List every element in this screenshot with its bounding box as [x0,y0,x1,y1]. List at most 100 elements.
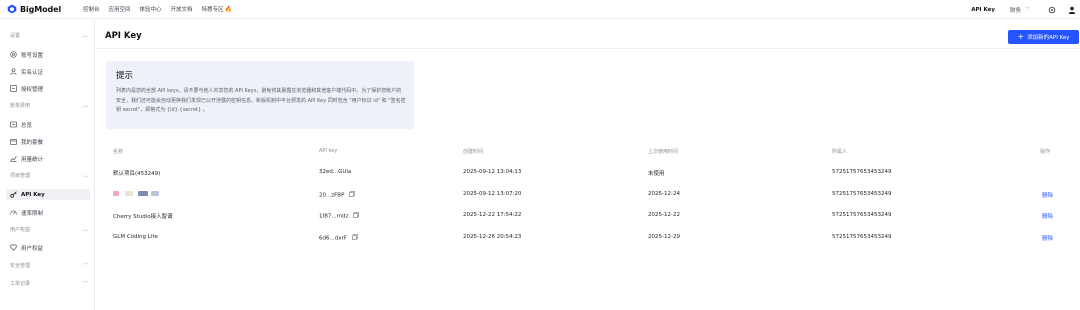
nav-app-space[interactable]: 应用空间 [109,5,140,13]
speed-icon [9,209,17,217]
sidebar-item-label: 实名认证 [21,69,44,76]
row-api-key-cell: 20...zFBP [319,191,356,199]
delete-button[interactable]: 删除 [1042,191,1053,199]
row-owner: 57251757653453249 [832,169,892,175]
finance-label: 财务 [1009,7,1021,14]
redacted-block [113,191,119,196]
sidebar-group-security[interactable]: 安全管理 ﹀ [10,262,88,269]
chevron-down-icon: ﹀ [82,281,88,287]
auth-icon [9,85,17,93]
heart-icon [9,244,17,252]
column-header-api-key: API key [319,148,338,154]
tip-body: 列表内是您的全部 API keys，请不要与他人共享您的 API Keys，避免… [116,88,406,113]
sidebar-group-project[interactable]: 项目管理 ︿ [10,172,88,179]
sidebar-group-settings[interactable]: 设置 ︿ [10,32,88,39]
sidebar-item-account-settings[interactable]: 账号设置 [9,49,89,60]
settings-icon [9,51,17,59]
copy-icon[interactable] [349,191,356,199]
divider [96,48,1080,49]
row-created: 2025-12-22 17:54:22 [463,212,522,218]
logo-text: BigModel [20,4,62,14]
sidebar-group-user-rights[interactable]: 用户权益 ︿ [10,226,88,233]
row-last-used: 2025-12-24 [648,191,680,197]
top-api-key-link[interactable]: API Key [971,7,995,13]
sidebar-item-overview[interactable]: 总览 [9,119,89,130]
row-created: 2025-09-12 13:07:20 [463,191,522,197]
tip-title: 提示 [116,71,134,81]
key-icon [9,191,17,199]
delete-button[interactable]: 删除 [1042,212,1053,220]
sidebar-item-label: 总览 [21,122,33,129]
package-icon [9,138,17,146]
row-owner: 57251757653453249 [832,234,892,240]
copy-icon[interactable] [353,212,360,220]
row-last-used: 未使用 [648,171,665,177]
chevron-down-icon: ﹀ [1024,7,1030,13]
add-api-key-button[interactable]: + 添加新的API Key [1008,30,1079,44]
row-api-key-cell: 1f87...mdz [319,212,360,220]
top-right-actions: API Key 财务 ﹀ [971,0,1080,19]
sidebar-item-usage-stats[interactable]: 用量统计 [9,153,89,164]
column-header-name: 名称 [113,149,124,155]
sidebar-group-label: 工单记录 [10,281,31,287]
row-last-used: 2025-12-29 [648,234,680,240]
row-api-key: 32ed...GUia [319,169,352,175]
redacted-block [151,191,160,196]
row-api-key: 20...zFBP [319,192,345,199]
column-header-created: 创建时间 [463,149,484,155]
sidebar-item-user-rights[interactable]: 用户权益 [9,242,89,253]
row-owner: 57251757653453249 [832,212,892,218]
redacted-block [137,191,148,196]
delete-button[interactable]: 删除 [1042,234,1053,242]
row-name: Cherry Studio接入智谱 [113,214,173,220]
redacted-block [124,191,133,196]
sidebar-item-label: API Key [21,191,45,198]
logo[interactable]: BigModel [7,4,83,14]
copy-icon[interactable] [351,234,358,242]
fire-icon: 🔥 [224,5,233,13]
sidebar: 设置 ︿ 账号设置 实名认证 授权管理 账单费用 ︿ 总览 我的套餐 用量统计 项目… [0,20,95,310]
nav-special-offers[interactable]: 特惠专区 🔥 [202,5,242,14]
row-api-key: 1f87...mdz [319,213,349,220]
sidebar-item-label: 速率限制 [21,210,44,217]
sidebar-item-my-package[interactable]: 我的套餐 [9,136,89,147]
nav-console[interactable]: 控制台 [83,5,109,13]
chevron-up-icon: ︿ [82,33,88,39]
row-api-key-cell: 6d6...dxrF [319,234,358,242]
main-content: API Key + 添加新的API Key 提示 列表内是您的全部 API ke… [96,20,1080,310]
sidebar-item-label: 账号设置 [21,52,44,59]
sidebar-item-rate-limit[interactable]: 速率限制 [9,207,89,218]
sidebar-group-label: 用户权益 [10,227,31,233]
row-name: GLM Coding Lite [113,234,158,240]
column-header-action: 操作 [1040,149,1051,155]
user-icon [9,68,17,76]
column-header-owner: 所属人 [832,149,848,155]
column-header-last-used: 上次使用时间 [648,149,679,155]
sidebar-group-label: 设置 [10,33,21,39]
chevron-up-icon: ︿ [82,173,88,179]
add-api-key-label: 添加新的API Key [1027,35,1070,41]
sidebar-item-auth-management[interactable]: 授权管理 [9,83,89,94]
chevron-up-icon: ︿ [82,103,88,109]
nav-experience-center[interactable]: 体验中心 [140,5,171,13]
sidebar-group-label: 安全管理 [10,263,31,269]
nav-open-docs[interactable]: 开放文档 [171,5,202,13]
table-row: 默认项目(453249) 32ed...GUia 2025-09-12 13:0… [113,169,1073,191]
gear-icon[interactable] [1047,5,1056,14]
sidebar-group-label: 项目管理 [10,173,31,179]
row-created: 2025-09-12 13:04:13 [463,169,522,175]
sidebar-item-real-name[interactable]: 实名认证 [9,66,89,77]
finance-menu[interactable]: 财务 ﹀ [1010,6,1030,14]
sidebar-item-label: 授权管理 [21,86,44,93]
sidebar-item-label: 用户权益 [21,245,44,252]
sidebar-item-label: 用量统计 [21,156,44,163]
table-row: Cherry Studio接入智谱 1f87...mdz 2025-12-22 … [113,212,1073,234]
table-row: GLM Coding Lite 6d6...dxrF 2025-12-26 20… [113,234,1073,256]
sidebar-item-api-key[interactable]: API Key [6,189,90,200]
sidebar-item-label: 我的套餐 [21,139,44,146]
sidebar-group-tickets[interactable]: 工单记录 ﹀ [10,280,88,287]
chevron-up-icon: ︿ [82,227,88,233]
user-avatar-icon[interactable] [1067,5,1076,14]
table-row: 20...zFBP 2025-09-12 13:07:20 2025-12-24… [113,191,1073,213]
sidebar-group-billing[interactable]: 账单费用 ︿ [10,102,88,109]
